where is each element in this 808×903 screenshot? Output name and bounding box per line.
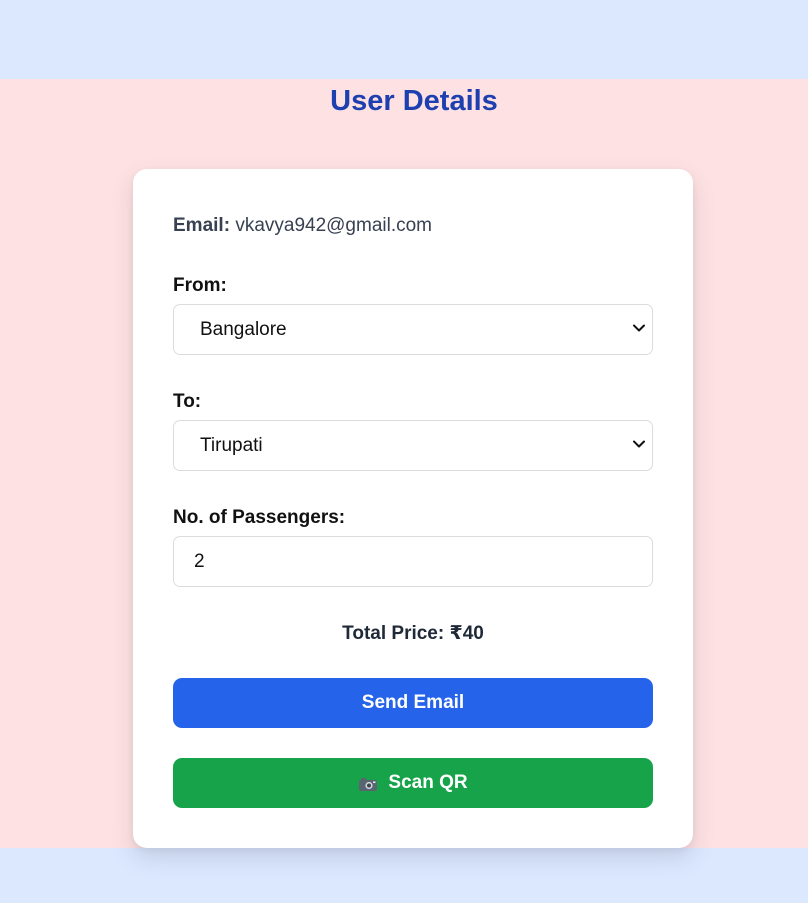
scan-qr-button[interactable]: Scan QR	[173, 758, 653, 808]
scan-qr-label: Scan QR	[388, 772, 468, 793]
email-label: Email:	[173, 215, 231, 236]
passengers-input[interactable]: 2	[173, 536, 653, 587]
chevron-down-icon	[633, 440, 645, 448]
passengers-input-value: 2	[194, 551, 205, 572]
chevron-down-icon	[633, 324, 645, 332]
to-label: To:	[173, 391, 202, 412]
email-value: vkavya942@gmail.com	[235, 215, 433, 236]
from-select[interactable]: Bangalore	[173, 304, 653, 355]
to-select-value: Tirupati	[200, 435, 263, 456]
from-label: From:	[173, 275, 227, 296]
passengers-label: No. of Passengers:	[173, 507, 346, 528]
email-line: Email: vkavya942@gmail.com	[173, 214, 432, 238]
send-email-button[interactable]: Send Email	[173, 678, 653, 728]
to-select[interactable]: Tirupati	[173, 420, 653, 471]
user-details-card: Email: vkavya942@gmail.com From: Bangalo…	[133, 169, 693, 848]
send-email-label: Send Email	[361, 692, 465, 713]
camera-icon	[359, 777, 378, 791]
total-price: Total Price: ₹40	[342, 623, 484, 644]
page-title: User Details	[330, 85, 498, 117]
from-select-value: Bangalore	[200, 319, 287, 340]
